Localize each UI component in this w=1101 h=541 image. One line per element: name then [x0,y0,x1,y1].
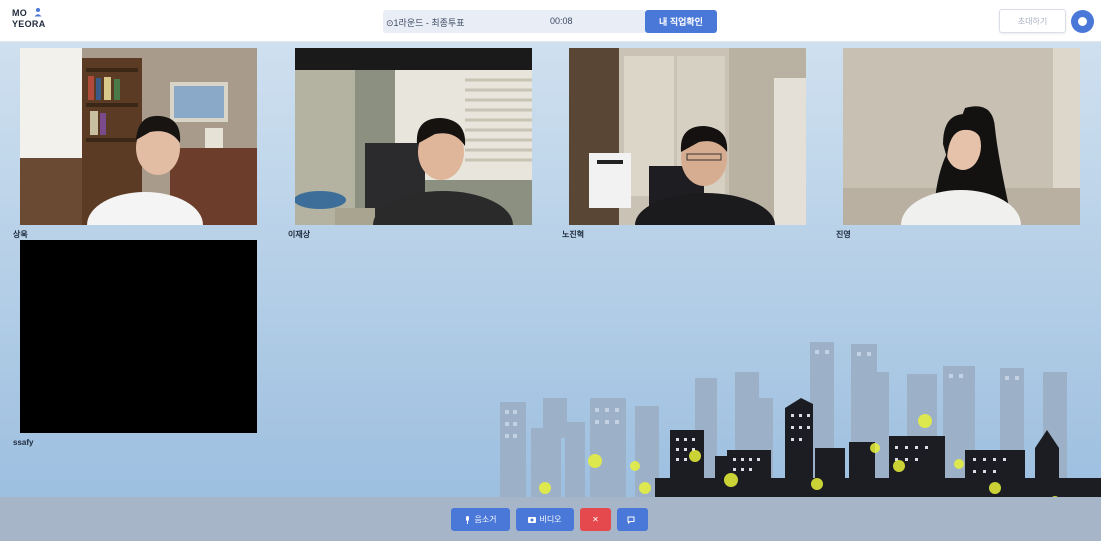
video-feed-2 [295,48,532,225]
camera-icon [528,517,537,523]
video-feed-4 [843,48,1080,225]
participant-name-5: ssafy [13,438,34,447]
video-tile-3[interactable] [569,48,806,225]
city-skyline-illustration [500,342,1101,497]
microphone-icon [466,515,470,524]
invite-button[interactable]: 초대하기 [999,9,1066,33]
participant-name-2: 이재상 [288,230,311,239]
round-label: ⊙1라운드 - 최종투표 [386,18,465,28]
top-header: MO YEORA ⊙1라운드 - 최종투표 00:08 내 직업확인 초대하기 [0,0,1101,42]
round-status-bar: ⊙1라운드 - 최종투표 00:08 [383,10,646,33]
video-toggle-button[interactable]: 비디오 [516,508,574,531]
settings-button[interactable] [1071,10,1094,33]
my-job-button[interactable]: 내 직업확인 [645,10,717,33]
video-tile-2[interactable] [295,48,532,225]
video-feed-3 [569,48,806,225]
chat-button[interactable] [617,508,648,531]
person-icon [34,8,42,17]
chat-icon [627,516,635,524]
video-tile-5[interactable] [20,240,257,433]
video-feed-1 [20,48,257,225]
settings-icon [1078,17,1087,26]
video-grid: 상욱 이재상 노진혁 진영 ssafy [0,42,1101,497]
leave-call-button[interactable]: ✕ [580,508,611,531]
participant-name-4: 진영 [836,230,851,239]
participant-name-1: 상욱 [13,230,28,239]
logo-line-2: YEORA [12,19,46,29]
call-controls-bar: 음소거 비디오 ✕ [0,497,1101,541]
video-label: 비디오 [539,515,562,524]
mute-label: 음소거 [474,515,497,524]
close-icon: ✕ [592,515,599,524]
app-logo[interactable]: MO YEORA [12,8,46,30]
video-tile-4[interactable] [843,48,1080,225]
round-timer: 00:08 [550,16,573,26]
participant-name-3: 노진혁 [562,230,585,239]
video-tile-1[interactable] [20,48,257,225]
mute-button[interactable]: 음소거 [451,508,510,531]
